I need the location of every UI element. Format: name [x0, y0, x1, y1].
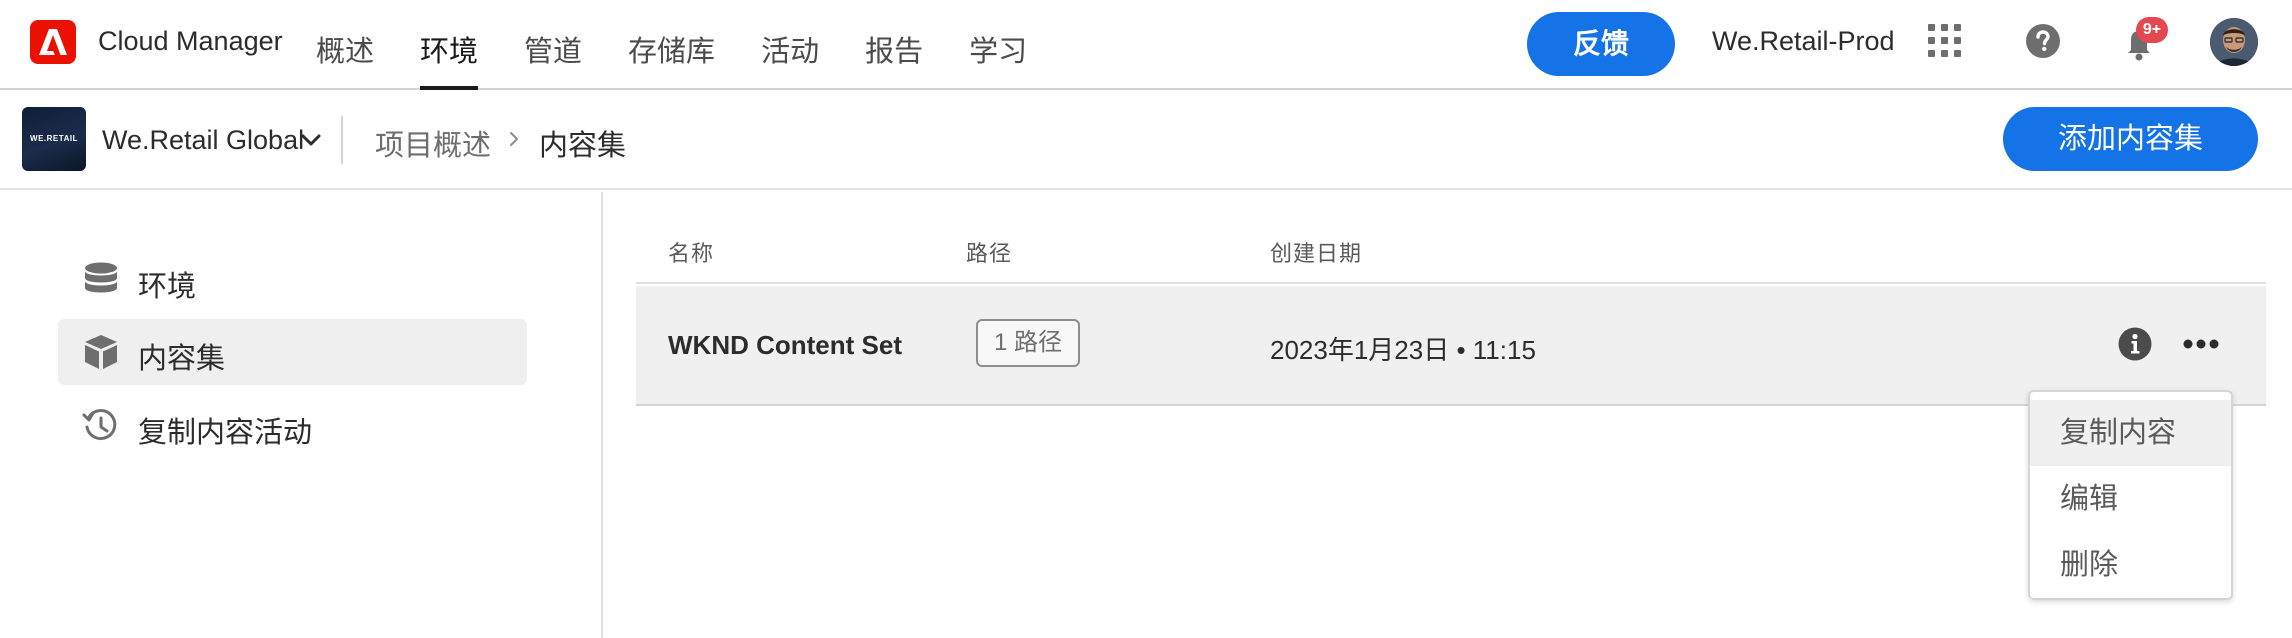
path-count-tag: 1 路径 [976, 319, 1080, 367]
nav-learning[interactable]: 学习 [969, 0, 1027, 90]
feedback-button[interactable]: 反馈 [1527, 12, 1675, 76]
program-thumbnail-label: WE.RETAIL [30, 134, 78, 143]
box-icon [82, 333, 120, 371]
menu-item-delete[interactable]: 删除 [2030, 532, 2231, 598]
menu-item-copy-content[interactable]: 复制内容 [2030, 400, 2231, 466]
nav-activity[interactable]: 活动 [761, 0, 819, 90]
user-avatar[interactable] [2210, 18, 2258, 66]
content-set-name: WKND Content Set [668, 330, 902, 360]
help-icon[interactable] [2025, 23, 2061, 59]
program-selector[interactable]: We.Retail Global [102, 125, 304, 156]
sidebar-item-environments[interactable]: 环境 [58, 247, 527, 313]
chevron-down-icon[interactable] [300, 132, 322, 148]
sidebar-item-replication-activity[interactable]: 复制内容活动 [58, 393, 527, 459]
column-header-name[interactable]: 名称 [668, 236, 714, 268]
nav-environments[interactable]: 环境 [420, 0, 479, 90]
org-switcher[interactable]: We.Retail-Prod [1712, 26, 1895, 57]
notification-badge: 9+ [2136, 17, 2168, 43]
database-icon [82, 261, 120, 299]
add-content-set-button[interactable]: 添加内容集 [2003, 107, 2258, 171]
nav-overview[interactable]: 概述 [316, 0, 374, 90]
table-header: 名称 路径 创建日期 [636, 192, 2266, 284]
divider [341, 116, 343, 164]
app-title[interactable]: Cloud Manager [98, 26, 283, 57]
top-bar: Cloud Manager 概述 环境 管道 存储库 活动 报告 学习 反馈 W… [0, 0, 2292, 90]
breadcrumb-program-overview[interactable]: 项目概述 [375, 122, 491, 164]
adobe-logo-icon[interactable] [30, 20, 76, 64]
more-icon[interactable] [2182, 334, 2220, 354]
created-date: 2023年1月23日 • 11:15 [1270, 335, 1536, 365]
main-nav: 概述 环境 管道 存储库 活动 报告 学习 [316, 0, 1073, 90]
program-thumbnail: WE.RETAIL [22, 107, 86, 171]
column-header-path[interactable]: 路径 [966, 236, 1012, 268]
chevron-right-icon [507, 130, 521, 148]
sidebar-item-label: 复制内容活动 [138, 417, 313, 449]
sidebar-item-content-sets[interactable]: 内容集 [58, 319, 527, 385]
table-row[interactable]: WKND Content Set 1 路径 2023年1月23日 • 11:15 [636, 286, 2266, 406]
program-header: WE.RETAIL We.Retail Global 项目概述 内容集 添加内容… [0, 92, 2292, 190]
column-header-created[interactable]: 创建日期 [1270, 236, 1362, 268]
info-icon[interactable] [2117, 326, 2153, 362]
sidebar: 环境 内容集 复制内容活动 [0, 192, 603, 638]
sidebar-item-label: 内容集 [138, 343, 226, 375]
apps-grid-icon[interactable] [1928, 24, 1962, 58]
nav-reports[interactable]: 报告 [865, 0, 923, 90]
nav-repositories[interactable]: 存储库 [628, 0, 715, 90]
history-icon [82, 407, 120, 445]
nav-pipelines[interactable]: 管道 [524, 0, 582, 90]
breadcrumb-current: 内容集 [539, 130, 627, 162]
sidebar-item-label: 环境 [138, 271, 197, 303]
actions-menu: 复制内容 编辑 删除 [2028, 390, 2233, 600]
menu-item-edit[interactable]: 编辑 [2030, 466, 2231, 532]
